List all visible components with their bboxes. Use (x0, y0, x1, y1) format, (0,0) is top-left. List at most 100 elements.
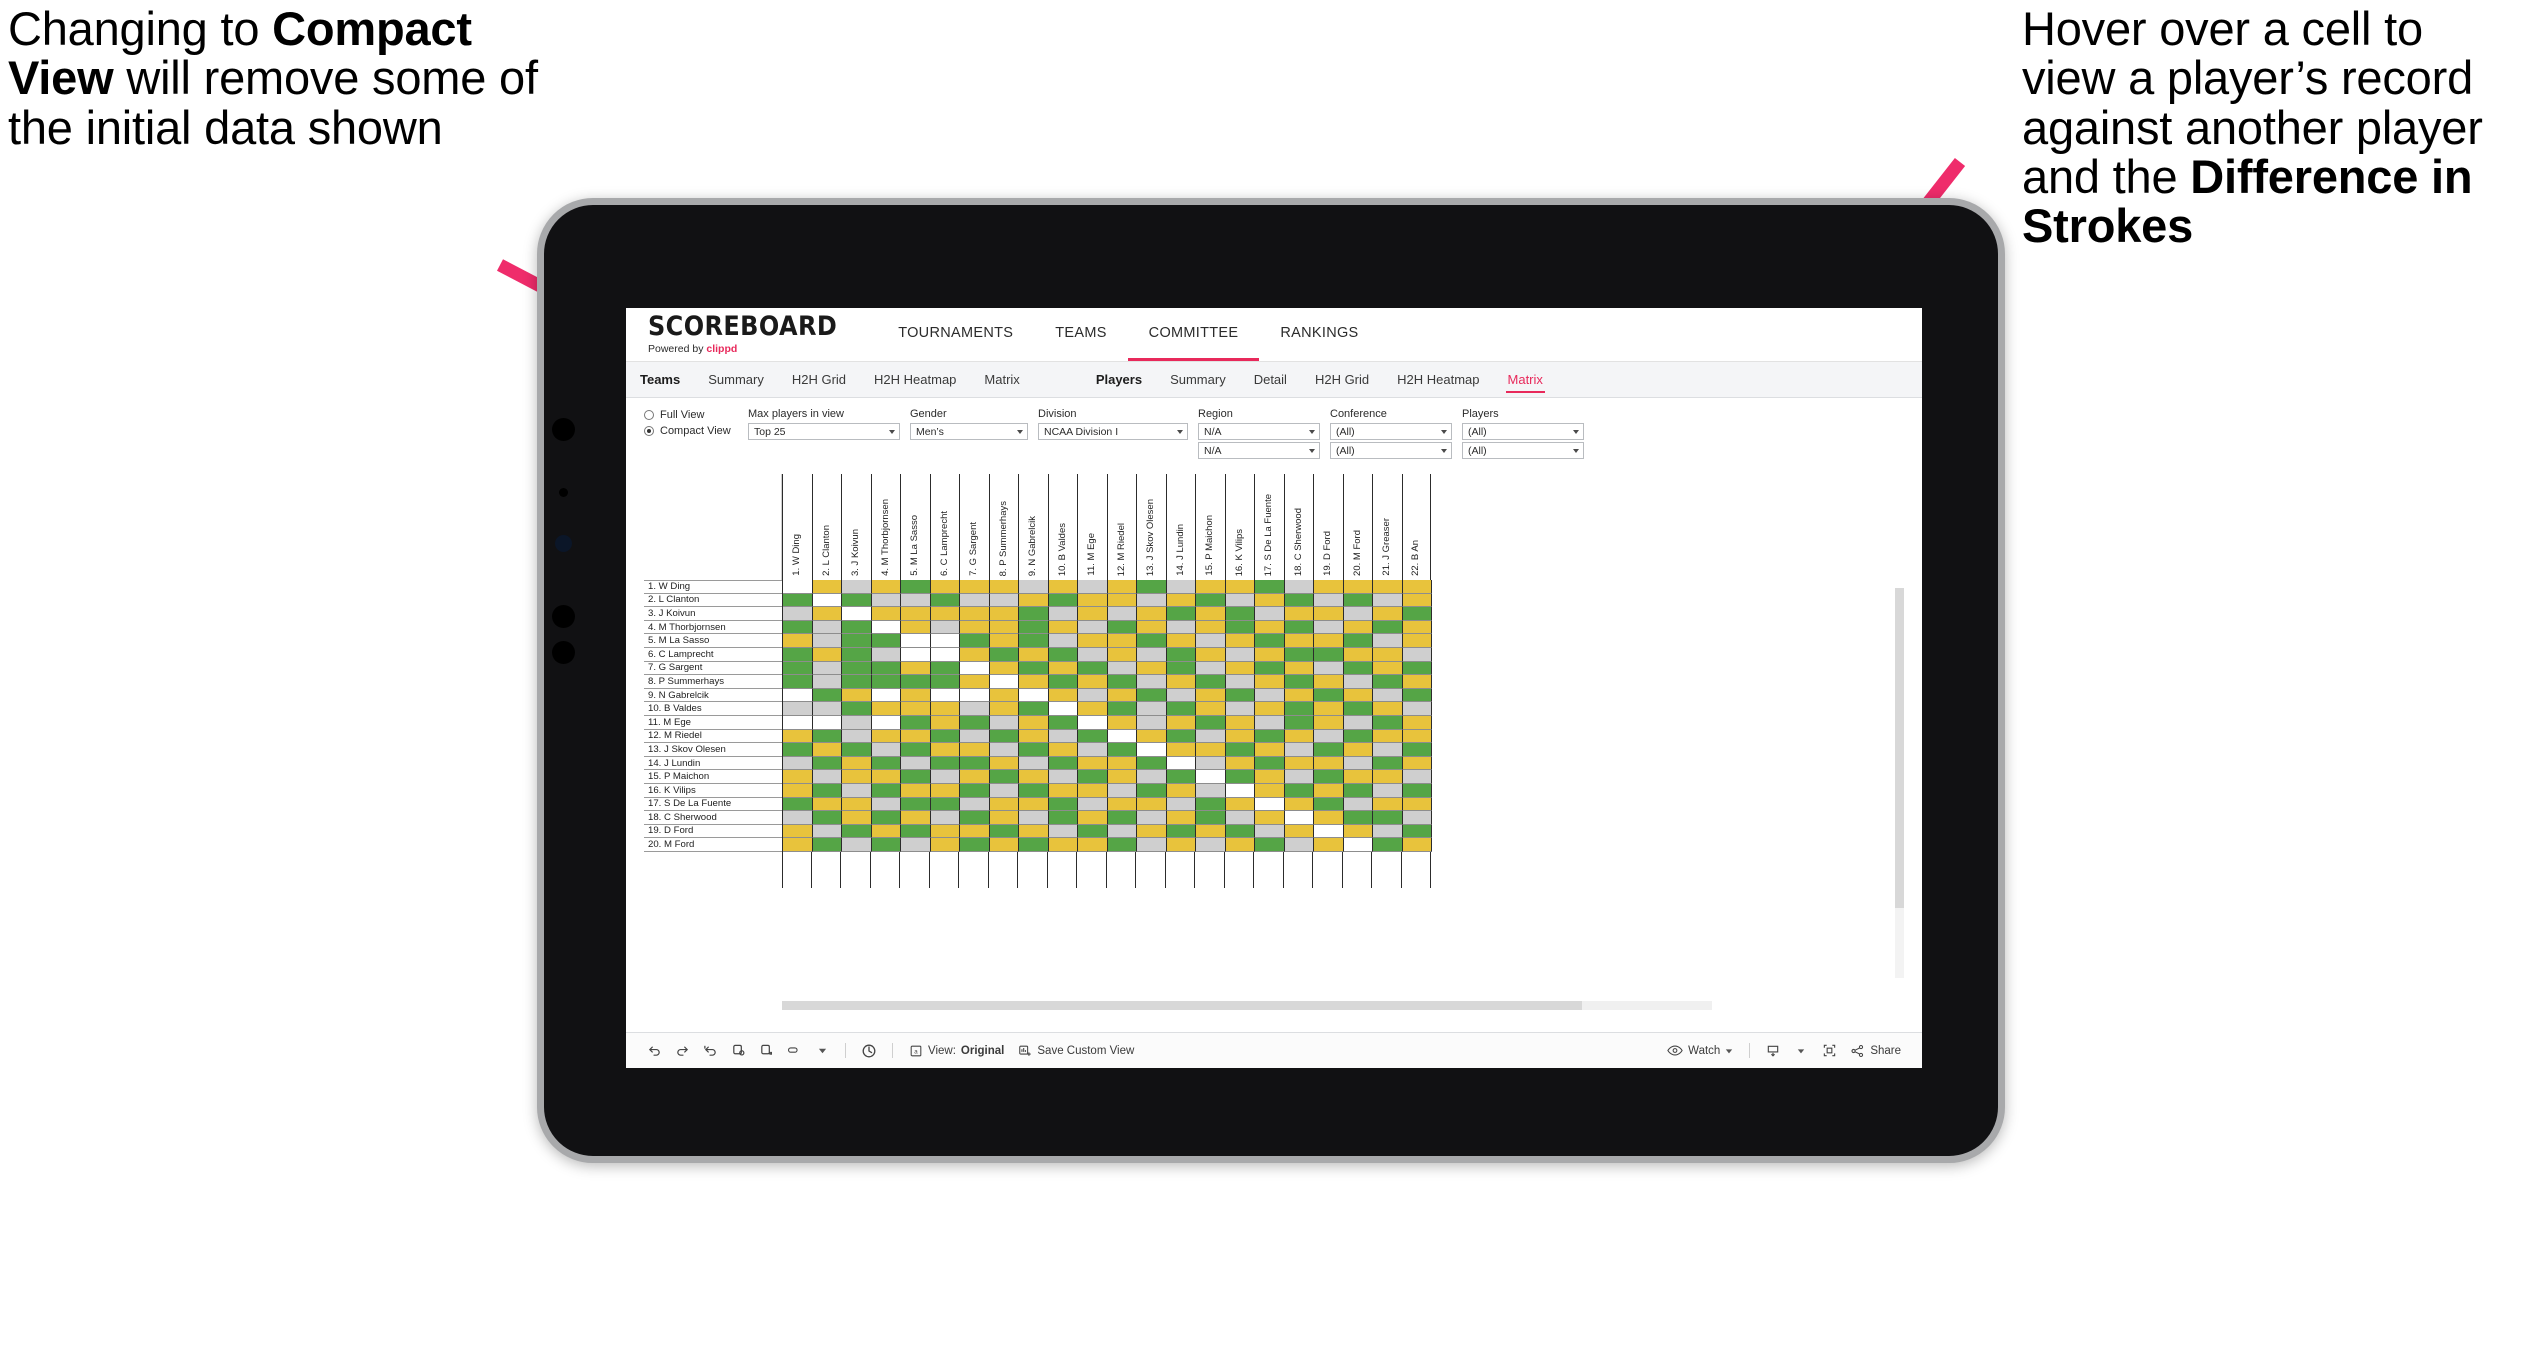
matrix-cell[interactable] (1078, 770, 1108, 784)
radio-compact-view-button[interactable] (644, 426, 654, 436)
matrix-cell[interactable] (1373, 593, 1403, 608)
matrix-cell[interactable] (1019, 620, 1049, 635)
matrix-cell[interactable] (1196, 811, 1226, 825)
matrix-cell[interactable] (1048, 770, 1078, 784)
matrix-cell[interactable] (812, 620, 842, 635)
matrix-cell[interactable] (1373, 607, 1403, 621)
share-button[interactable]: Share (1843, 1044, 1908, 1058)
matrix-cell[interactable] (1343, 743, 1373, 757)
matrix-cell[interactable] (1048, 661, 1078, 676)
matrix-cell[interactable] (1225, 580, 1255, 594)
matrix-cell[interactable] (1078, 702, 1108, 716)
matrix-cell[interactable] (989, 661, 1019, 676)
matrix-cell[interactable] (1107, 688, 1137, 703)
matrix-cell[interactable] (1166, 607, 1196, 621)
matrix-cell[interactable] (989, 797, 1019, 812)
pause-data-icon[interactable] (752, 1037, 780, 1065)
matrix-cell[interactable] (989, 783, 1019, 798)
matrix-cell[interactable] (1284, 824, 1314, 839)
matrix-cell[interactable] (1225, 770, 1255, 784)
matrix-cell[interactable] (871, 675, 901, 689)
matrix-cell[interactable] (930, 811, 960, 825)
matrix-cell[interactable] (871, 593, 901, 608)
matrix-cell[interactable] (1107, 838, 1137, 852)
matrix-cell[interactable] (1402, 797, 1432, 812)
matrix-cell[interactable] (1225, 824, 1255, 839)
matrix-cell[interactable] (1048, 729, 1078, 744)
matrix-cell[interactable] (1137, 770, 1167, 784)
matrix-cell[interactable] (812, 824, 842, 839)
matrix-cell[interactable] (812, 838, 842, 852)
matrix-cell[interactable] (1019, 661, 1049, 676)
matrix-cell[interactable] (1137, 797, 1167, 812)
matrix-cell[interactable] (1196, 675, 1226, 689)
matrix-cell[interactable] (1137, 729, 1167, 744)
matrix-cell[interactable] (1373, 620, 1403, 635)
subnav-players-h2h-grid[interactable]: H2H Grid (1301, 362, 1383, 398)
matrix-cell[interactable] (1402, 702, 1432, 716)
matrix-cell[interactable] (960, 811, 990, 825)
matrix-cell[interactable] (1373, 647, 1403, 662)
matrix-cell[interactable] (1225, 688, 1255, 703)
highlight-icon[interactable] (780, 1037, 808, 1065)
fullscreen-icon[interactable] (1815, 1037, 1843, 1065)
matrix-cell[interactable] (1078, 661, 1108, 676)
matrix-cell[interactable] (1196, 715, 1226, 730)
matrix-cell[interactable] (1402, 838, 1432, 852)
matrix-cell[interactable] (1255, 593, 1285, 608)
matrix-cell[interactable] (901, 838, 931, 852)
matrix-cell[interactable] (871, 715, 901, 730)
matrix-cell[interactable] (1373, 783, 1403, 798)
matrix-cell[interactable] (901, 824, 931, 839)
matrix-cell[interactable] (901, 661, 931, 676)
matrix-cell[interactable] (1166, 702, 1196, 716)
matrix-cell[interactable] (842, 756, 872, 771)
app-logo[interactable]: SCOREBOARD Powered by clippd (626, 313, 851, 355)
matrix-cell[interactable] (1225, 661, 1255, 676)
matrix-cell[interactable] (1019, 770, 1049, 784)
matrix-cell[interactable] (1314, 688, 1344, 703)
matrix-cell[interactable] (1402, 675, 1432, 689)
matrix-cell[interactable] (812, 702, 842, 716)
matrix-cell[interactable] (842, 811, 872, 825)
matrix-cell[interactable] (1137, 675, 1167, 689)
matrix-cell[interactable] (930, 824, 960, 839)
matrix-cell[interactable] (871, 838, 901, 852)
matrix-cell[interactable] (842, 783, 872, 798)
matrix-cell[interactable] (1019, 702, 1049, 716)
matrix-cell[interactable] (783, 756, 813, 771)
matrix-cell[interactable] (1225, 620, 1255, 635)
matrix-cell[interactable] (1078, 620, 1108, 635)
matrix-cell[interactable] (1137, 593, 1167, 608)
matrix-cell[interactable] (1255, 770, 1285, 784)
matrix-cell[interactable] (1196, 729, 1226, 744)
subnav-players-matrix[interactable]: Matrix (1494, 362, 1557, 398)
matrix-cell[interactable] (989, 811, 1019, 825)
matrix-cell[interactable] (1166, 783, 1196, 798)
matrix-cell[interactable] (1343, 783, 1373, 798)
matrix-cell[interactable] (1107, 729, 1137, 744)
matrix-cell[interactable] (1255, 838, 1285, 852)
matrix-cell[interactable] (871, 661, 901, 676)
matrix-cell[interactable] (960, 702, 990, 716)
matrix-cell[interactable] (1343, 715, 1373, 730)
matrix-cell[interactable] (842, 797, 872, 812)
matrix-cell[interactable] (1137, 688, 1167, 703)
matrix-cell[interactable] (1196, 756, 1226, 771)
matrix-cell[interactable] (1166, 620, 1196, 635)
matrix-cell[interactable] (960, 661, 990, 676)
matrix-cell[interactable] (1019, 729, 1049, 744)
matrix-cell[interactable] (1196, 593, 1226, 608)
matrix-cell[interactable] (1107, 783, 1137, 798)
revert-icon[interactable] (696, 1037, 724, 1065)
matrix-cell[interactable] (1314, 783, 1344, 798)
matrix-cell[interactable] (1048, 580, 1078, 594)
matrix-cell[interactable] (1373, 756, 1403, 771)
matrix-cell[interactable] (1196, 797, 1226, 812)
matrix-cell[interactable] (1196, 824, 1226, 839)
matrix-cell[interactable] (871, 783, 901, 798)
refresh-data-icon[interactable] (724, 1037, 752, 1065)
vertical-scrollbar[interactable] (1895, 588, 1904, 978)
matrix-cell[interactable] (1225, 743, 1255, 757)
matrix-cell[interactable] (1402, 824, 1432, 839)
